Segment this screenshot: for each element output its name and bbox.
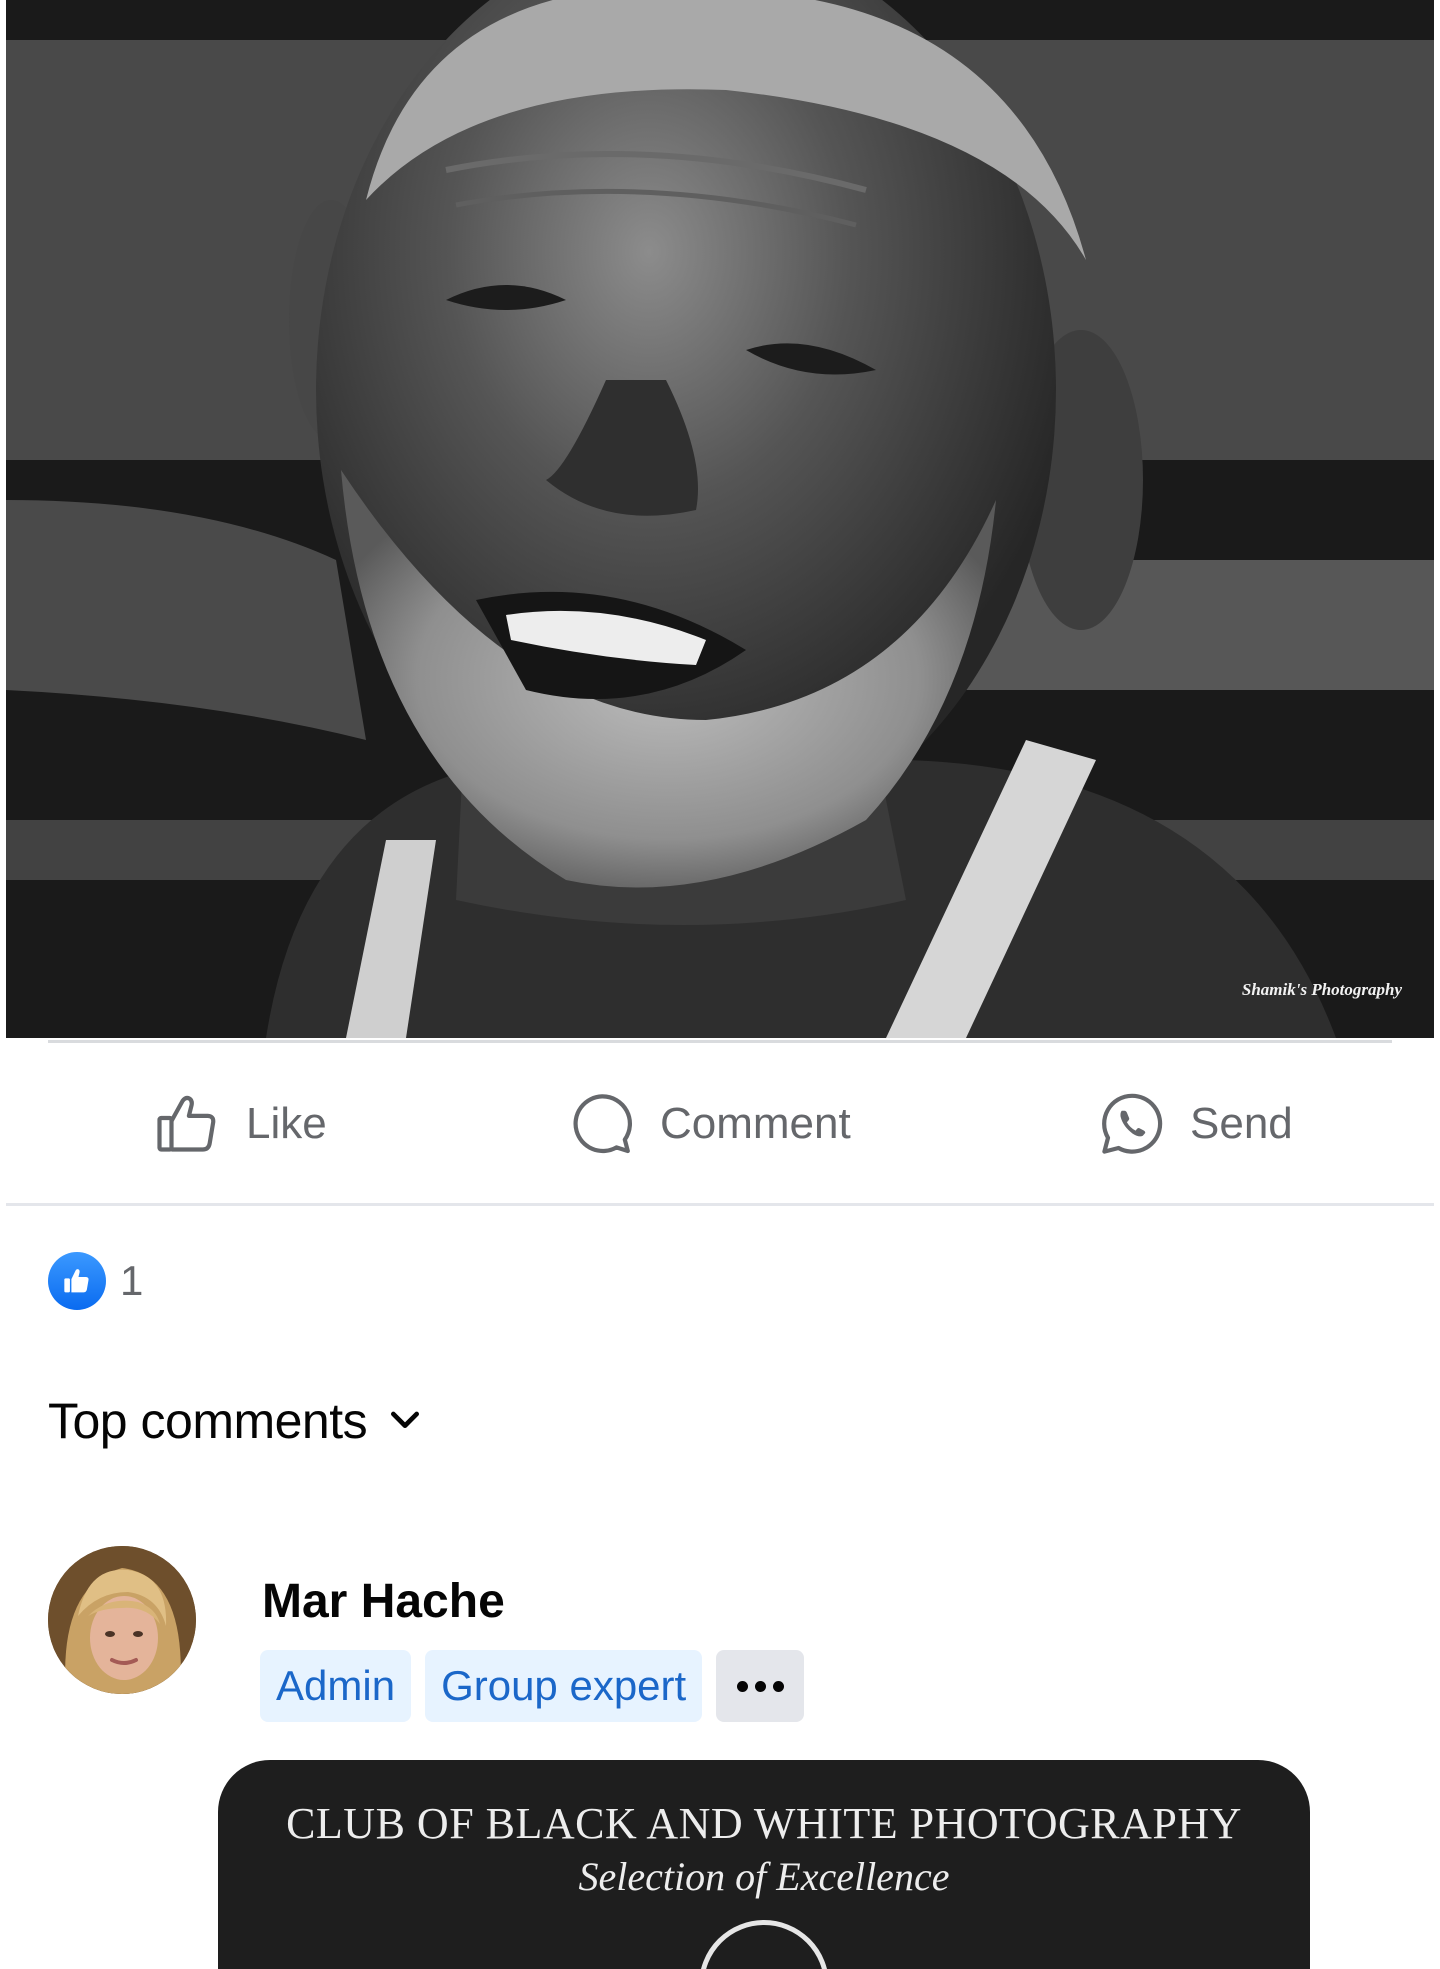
comments-sort-dropdown[interactable]: Top comments <box>48 1392 425 1450</box>
thumbs-up-outline-icon <box>152 1088 224 1160</box>
chevron-down-icon <box>385 1399 425 1444</box>
reaction-count: 1 <box>120 1257 144 1304</box>
attachment-title: CLUB OF BLACK AND WHITE PHOTOGRAPHY <box>286 1799 1242 1848</box>
send-button[interactable]: Send <box>1096 1088 1293 1160</box>
photo-divider <box>48 1040 1392 1043</box>
commenter-name[interactable]: Mar Hache <box>262 1574 505 1629</box>
like-label: Like <box>246 1099 327 1148</box>
comments-sort-label: Top comments <box>48 1393 368 1449</box>
comment-button[interactable]: Comment <box>566 1088 851 1160</box>
reactions-summary[interactable]: 1 <box>48 1252 143 1310</box>
post-action-bar: Like Comment Send <box>6 1044 1434 1204</box>
admin-badge[interactable]: Admin <box>260 1650 412 1722</box>
commenter-badges: Admin Group expert <box>260 1650 805 1722</box>
group-expert-badge[interactable]: Group expert <box>425 1650 703 1722</box>
action-divider <box>6 1203 1434 1206</box>
dot <box>736 1680 748 1692</box>
award-emblem <box>699 1920 829 1969</box>
photo-watermark: Shamik's Photography <box>1241 980 1402 999</box>
commenter-avatar[interactable] <box>48 1546 196 1694</box>
like-button[interactable]: Like <box>152 1088 327 1160</box>
comment-label: Comment <box>660 1099 851 1148</box>
whatsapp-icon <box>1096 1088 1168 1160</box>
attachment-subtitle: Selection of Excellence <box>578 1854 950 1899</box>
more-dots-icon[interactable] <box>716 1650 805 1722</box>
avatar-portrait <box>48 1546 196 1694</box>
send-label: Send <box>1190 1099 1293 1148</box>
comment-attachment-image[interactable]: CLUB OF BLACK AND WHITE PHOTOGRAPHY Sele… <box>218 1760 1310 1969</box>
thumbs-up-icon <box>48 1252 106 1310</box>
comment-bubble-icon <box>566 1088 638 1160</box>
post-photo[interactable]: Shamik's Photography <box>6 0 1434 1038</box>
dot <box>772 1680 784 1692</box>
dot <box>754 1680 766 1692</box>
post-view: Shamik's Photography Like Comment Send 1… <box>0 0 1440 1969</box>
portrait-illustration <box>6 0 1434 1038</box>
